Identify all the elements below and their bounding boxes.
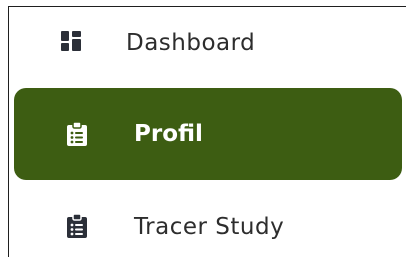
clipboard-list-icon bbox=[67, 122, 87, 146]
dashboard-icon bbox=[61, 31, 81, 51]
sidebar-border-left bbox=[8, 6, 9, 257]
sidebar-item-label: Tracer Study bbox=[134, 214, 285, 240]
sidebar-item-profil[interactable]: Profil bbox=[14, 88, 402, 180]
sidebar-item-dashboard[interactable]: Dashboard bbox=[14, 18, 402, 70]
sidebar-item-tracer-study[interactable]: Tracer Study bbox=[14, 196, 402, 252]
sidebar-item-label: Dashboard bbox=[126, 30, 256, 56]
sidebar-item-label: Profil bbox=[134, 121, 203, 147]
clipboard-list-icon bbox=[67, 214, 87, 238]
sidebar-nav: Dashboard Profil Tracer Study bbox=[0, 0, 406, 257]
sidebar-border-top bbox=[8, 6, 406, 7]
